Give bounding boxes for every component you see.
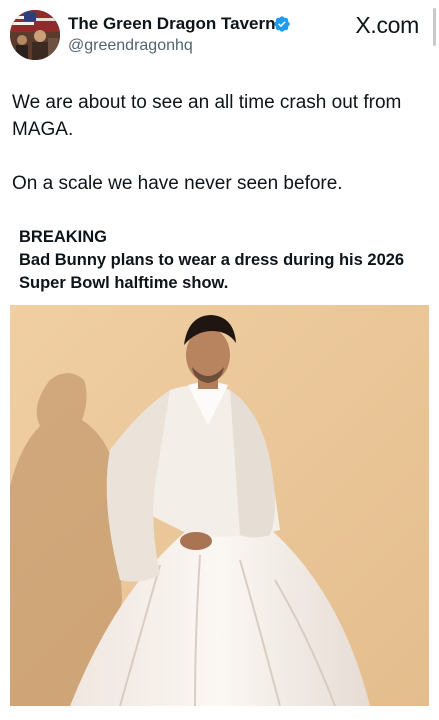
brand-watermark: X.com	[355, 12, 419, 39]
man-in-white-dress-photo	[10, 305, 429, 706]
card-headline: Bad Bunny plans to wear a dress during h…	[19, 251, 405, 292]
card-photo[interactable]	[10, 305, 429, 706]
avatar[interactable]	[10, 10, 60, 60]
brand-label: X.com	[355, 12, 419, 38]
display-name[interactable]: The Green Dragon Tavern	[68, 14, 276, 34]
edge-divider	[433, 8, 436, 46]
breaking-label: BREAKING	[19, 228, 108, 246]
post-header: The Green Dragon Tavern @greendragonhq X…	[0, 0, 439, 72]
author-handle[interactable]: @greendragonhq	[68, 37, 193, 55]
avatar-image	[10, 10, 60, 60]
post-text-line: On a scale we have never seen before.	[12, 173, 343, 194]
card-headline-block: BREAKING Bad Bunny plans to wear a dress…	[19, 226, 429, 295]
post-text-line: We are about to see an all time crash ou…	[12, 92, 402, 140]
verified-badge-icon	[274, 16, 290, 32]
post-screenshot: The Green Dragon Tavern @greendragonhq X…	[0, 0, 439, 720]
post-text: We are about to see an all time crash ou…	[12, 89, 422, 197]
